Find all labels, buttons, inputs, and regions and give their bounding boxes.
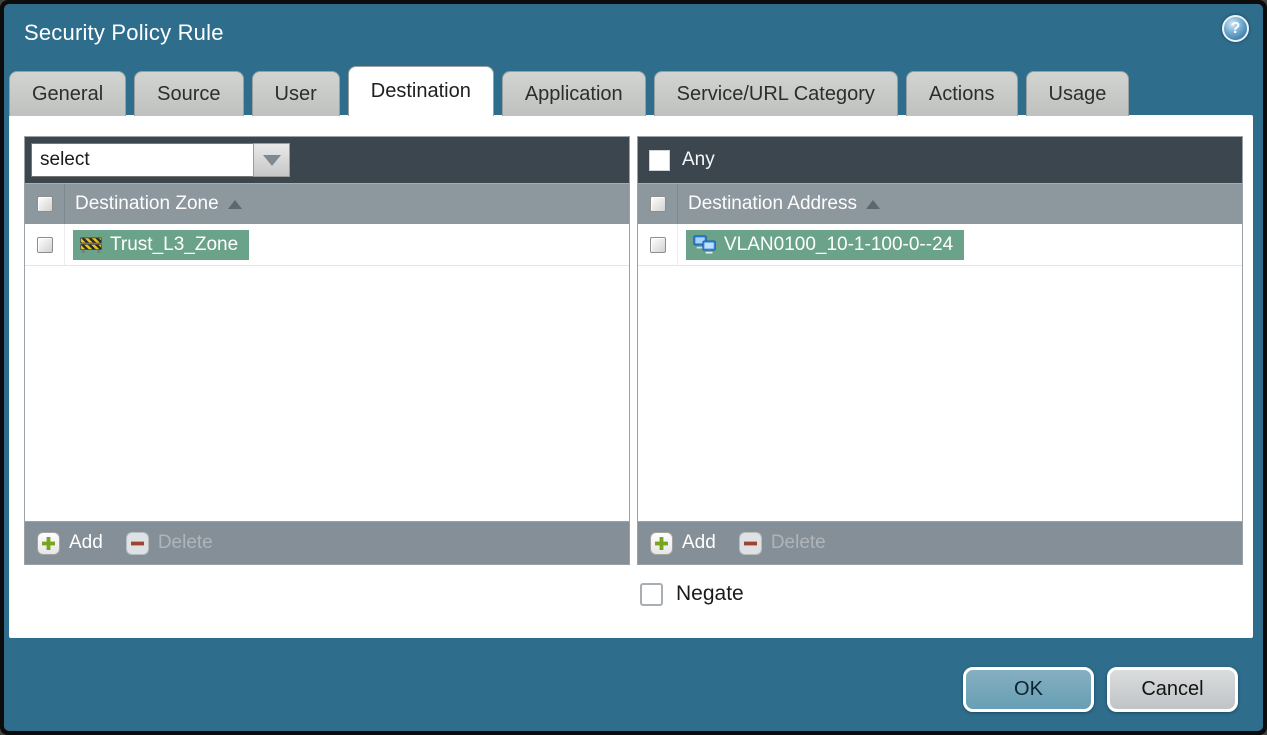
tab-user[interactable]: User: [251, 71, 340, 116]
dialog-title: Security Policy Rule: [24, 20, 224, 45]
address-add-button[interactable]: Add: [682, 532, 716, 554]
zone-column-header-row: Destination Zone: [25, 183, 629, 224]
address-value-chip[interactable]: VLAN0100_10-1-100-0--24: [686, 229, 965, 260]
network-address-icon: [693, 235, 716, 254]
chevron-down-icon: [262, 154, 281, 166]
address-select-all-checkbox[interactable]: [649, 196, 666, 212]
tab-source[interactable]: Source: [134, 71, 244, 116]
address-footer-bar: Add Delete: [638, 521, 1242, 564]
address-row-checkbox-cell: [638, 224, 678, 265]
security-policy-rule-dialog: Security Policy Rule ? General Source Us…: [0, 0, 1267, 735]
address-column-header-row: Destination Address: [638, 183, 1242, 224]
zone-row-checkbox[interactable]: [36, 236, 53, 253]
zone-add-icon[interactable]: [37, 531, 60, 555]
zone-icon: [80, 236, 102, 253]
address-list: VLAN0100_10-1-100-0--24: [638, 224, 1242, 521]
zone-delete-icon[interactable]: [125, 531, 149, 555]
address-toolbar: Any: [638, 137, 1242, 183]
address-delete-icon[interactable]: [738, 531, 762, 555]
ok-button[interactable]: OK: [963, 667, 1094, 712]
tab-service-url-category[interactable]: Service/URL Category: [653, 71, 898, 116]
zone-select-combo: [31, 143, 290, 177]
any-label: Any: [682, 149, 715, 170]
cancel-button[interactable]: Cancel: [1107, 667, 1238, 712]
zone-column-header[interactable]: Destination Zone: [75, 193, 219, 215]
zone-name: Trust_L3_Zone: [110, 233, 239, 255]
tab-usage[interactable]: Usage: [1025, 71, 1130, 116]
zone-row[interactable]: Trust_L3_Zone: [25, 224, 629, 266]
tab-destination[interactable]: Destination: [347, 66, 494, 116]
zone-select-all-checkbox[interactable]: [36, 196, 53, 212]
zone-delete-button[interactable]: Delete: [158, 532, 213, 554]
address-row-checkbox[interactable]: [649, 236, 666, 253]
help-icon[interactable]: ?: [1222, 15, 1249, 42]
zone-add-button[interactable]: Add: [69, 532, 103, 554]
dialog-surface: Security Policy Rule ? General Source Us…: [4, 4, 1263, 731]
negate-control[interactable]: Negate: [640, 582, 744, 606]
any-checkbox[interactable]: [649, 149, 670, 171]
negate-checkbox[interactable]: [640, 582, 663, 606]
zone-value-chip[interactable]: Trust_L3_Zone: [73, 229, 250, 260]
negate-label: Negate: [676, 582, 744, 605]
sort-ascending-icon: [227, 199, 242, 209]
zone-select-input[interactable]: [31, 143, 253, 177]
zone-row-checkbox-cell: [25, 224, 65, 265]
address-column-header[interactable]: Destination Address: [688, 193, 857, 215]
zone-select-dropdown-button[interactable]: [253, 143, 290, 177]
address-add-icon[interactable]: [650, 531, 673, 555]
tab-actions[interactable]: Actions: [905, 71, 1018, 116]
destination-address-panel: Any Destination Address VLAN0100_10-1-10…: [637, 136, 1243, 565]
sort-ascending-icon: [866, 199, 880, 209]
tab-general[interactable]: General: [9, 71, 127, 116]
address-name: VLAN0100_10-1-100-0--24: [724, 233, 954, 255]
zone-footer-bar: Add Delete: [25, 521, 629, 564]
destination-zone-panel: Destination Zone: [24, 136, 630, 565]
address-delete-button[interactable]: Delete: [771, 532, 826, 554]
address-header-checkbox-cell: [638, 184, 678, 224]
tab-application[interactable]: Application: [501, 71, 646, 116]
address-row[interactable]: VLAN0100_10-1-100-0--24: [638, 224, 1242, 266]
tab-bar: General Source User Destination Applicat…: [9, 66, 1130, 116]
zone-list: Trust_L3_Zone: [25, 224, 629, 521]
destination-tab-content: Destination Zone: [9, 115, 1253, 638]
zone-toolbar: [25, 137, 629, 183]
zone-header-checkbox-cell: [25, 184, 65, 224]
